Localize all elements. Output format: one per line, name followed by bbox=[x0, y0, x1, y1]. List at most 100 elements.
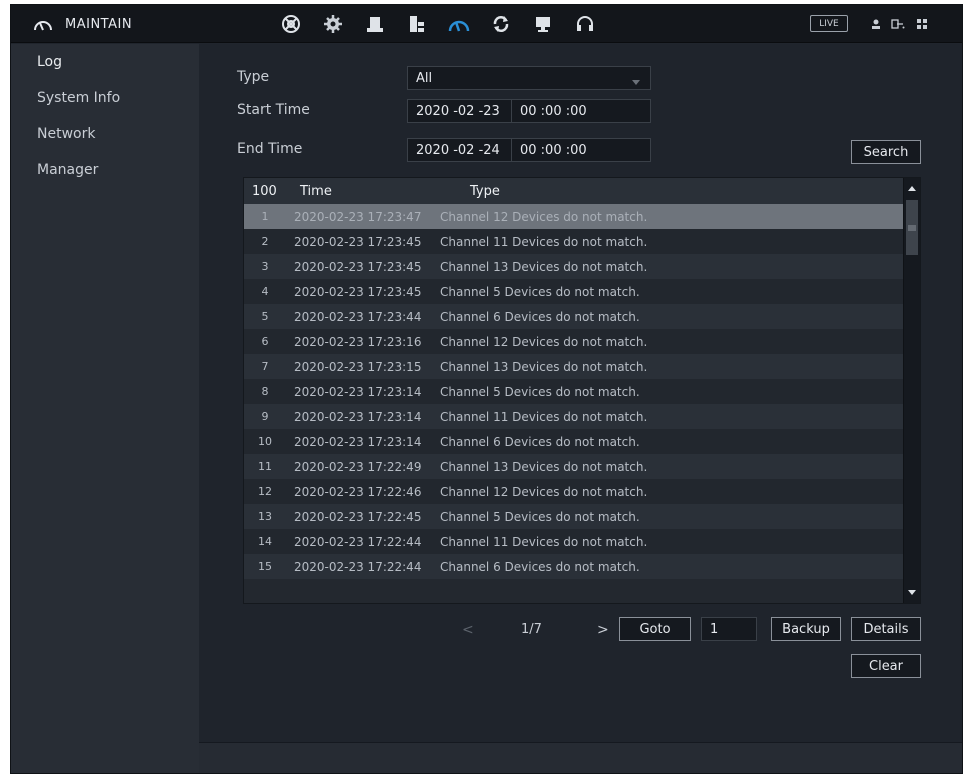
row-type: Channel 13 Devices do not match. bbox=[440, 459, 648, 474]
system-icon[interactable] bbox=[405, 12, 429, 36]
update-icon[interactable] bbox=[489, 12, 513, 36]
table-row[interactable]: 6 2020-02-23 17:23:16 Channel 12 Devices d… bbox=[244, 329, 904, 354]
row-number: 3 bbox=[261, 260, 269, 273]
live-button[interactable]: LIVE bbox=[810, 15, 848, 32]
row-time: 2020-02-23 17:22:45 bbox=[294, 509, 422, 524]
type-dropdown[interactable]: All bbox=[407, 66, 651, 90]
row-type: Channel 11 Devices do not match. bbox=[440, 234, 648, 249]
table-row[interactable]: 7 2020-02-23 17:23:15 Channel 13 Devices d… bbox=[244, 354, 904, 379]
maintain-icon bbox=[33, 16, 53, 32]
prev-page-button[interactable]: < bbox=[462, 622, 474, 638]
clear-button[interactable]: Clear bbox=[851, 654, 921, 678]
table-row[interactable]: 12 2020-02-23 17:22:46 Channel 12 Devices … bbox=[244, 479, 904, 504]
goto-button[interactable]: Goto bbox=[619, 617, 691, 641]
row-time: 2020-02-23 17:23:14 bbox=[294, 384, 422, 399]
page-title: MAINTAIN bbox=[65, 16, 133, 32]
table-row[interactable]: 9 2020-02-23 17:23:14 Channel 11 Devices d… bbox=[244, 404, 904, 429]
next-page-button[interactable]: > bbox=[597, 622, 609, 638]
row-type: Channel 12 Devices do not match. bbox=[440, 209, 648, 224]
row-number: 8 bbox=[261, 385, 269, 398]
storage-icon[interactable] bbox=[363, 12, 387, 36]
start-time-input[interactable]: 00 :00 :00 bbox=[512, 104, 587, 119]
start-date-input[interactable]: 2020 -02 -23 bbox=[408, 100, 512, 122]
scroll-up-icon[interactable] bbox=[904, 178, 920, 198]
table-row[interactable]: 10 2020-02-23 17:23:14 Channel 6 Devices d… bbox=[244, 429, 904, 454]
row-type: Channel 6 Devices do not match. bbox=[440, 559, 640, 574]
header-type[interactable]: Type bbox=[470, 184, 500, 199]
settings-icon[interactable] bbox=[321, 12, 345, 36]
row-type: Channel 13 Devices do not match. bbox=[440, 359, 648, 374]
details-button[interactable]: Details bbox=[851, 617, 921, 641]
table-header: 100 Time Type bbox=[244, 178, 904, 204]
app-window: MAINTAIN LIVE Log System Info Network Ma… bbox=[10, 4, 963, 774]
table-row[interactable]: 4 2020-02-23 17:23:45 Channel 5 Devices do… bbox=[244, 279, 904, 304]
display-icon[interactable] bbox=[531, 12, 555, 36]
scroll-thumb[interactable] bbox=[906, 200, 918, 255]
row-number: 14 bbox=[258, 535, 272, 548]
scroll-down-icon[interactable] bbox=[904, 583, 920, 603]
sidebar-item-log[interactable]: Log bbox=[37, 54, 62, 70]
row-number: 7 bbox=[261, 360, 269, 373]
table-row[interactable]: 15 2020-02-23 17:22:44 Channel 6 Devices d… bbox=[244, 554, 904, 579]
sidebar: Log System Info Network Manager bbox=[11, 44, 199, 773]
table-row[interactable]: 14 2020-02-23 17:22:44 Channel 11 Devices … bbox=[244, 529, 904, 554]
grid-icon[interactable] bbox=[915, 16, 929, 32]
row-time: 2020-02-23 17:23:45 bbox=[294, 234, 422, 249]
maintain-tab-icon[interactable] bbox=[447, 12, 471, 36]
row-time: 2020-02-23 17:23:45 bbox=[294, 284, 422, 299]
table-row[interactable]: 1 2020-02-23 17:23:47 Channel 12 Devices d… bbox=[244, 204, 904, 229]
row-type: Channel 13 Devices do not match. bbox=[440, 259, 648, 274]
support-icon[interactable] bbox=[573, 12, 597, 36]
page-indicator: 1/7 bbox=[521, 622, 542, 637]
row-number: 6 bbox=[261, 335, 269, 348]
row-number: 10 bbox=[258, 435, 272, 448]
row-time: 2020-02-23 17:23:47 bbox=[294, 209, 422, 224]
log-table: 100 Time Type 1 2020-02-23 17:23:47 Channe… bbox=[243, 177, 921, 604]
goto-page-input[interactable]: 1 bbox=[701, 617, 757, 641]
row-time: 2020-02-23 17:22:49 bbox=[294, 459, 422, 474]
table-row[interactable]: 11 2020-02-23 17:22:49 Channel 13 Devices … bbox=[244, 454, 904, 479]
table-row[interactable]: 2 2020-02-23 17:23:45 Channel 11 Devices d… bbox=[244, 229, 904, 254]
table-row[interactable]: 8 2020-02-23 17:23:14 Channel 5 Devices do… bbox=[244, 379, 904, 404]
end-time-field[interactable]: 2020 -02 -24 00 :00 :00 bbox=[407, 138, 651, 162]
row-time: 2020-02-23 17:23:14 bbox=[294, 434, 422, 449]
user-icon[interactable] bbox=[869, 16, 883, 32]
row-type: Channel 6 Devices do not match. bbox=[440, 309, 640, 324]
row-time: 2020-02-23 17:22:46 bbox=[294, 484, 422, 499]
type-value: All bbox=[416, 70, 433, 86]
row-type: Channel 11 Devices do not match. bbox=[440, 409, 648, 424]
end-time-input[interactable]: 00 :00 :00 bbox=[512, 143, 587, 158]
log-panel: Type All Start Time 2020 -02 -23 00 :00 … bbox=[199, 44, 962, 773]
search-button[interactable]: Search bbox=[851, 140, 921, 164]
table-body: 1 2020-02-23 17:23:47 Channel 12 Devices d… bbox=[244, 204, 904, 579]
network-icon[interactable] bbox=[279, 12, 303, 36]
table-scrollbar[interactable] bbox=[903, 178, 920, 603]
header-count: 100 bbox=[252, 183, 277, 199]
end-time-label: End Time bbox=[237, 141, 303, 157]
row-number: 2 bbox=[261, 235, 269, 248]
row-time: 2020-02-23 17:23:16 bbox=[294, 334, 422, 349]
row-number: 11 bbox=[258, 460, 272, 473]
row-type: Channel 12 Devices do not match. bbox=[440, 334, 648, 349]
row-number: 4 bbox=[261, 285, 269, 298]
brand: MAINTAIN bbox=[33, 5, 132, 43]
header-time[interactable]: Time bbox=[294, 184, 470, 199]
backup-button[interactable]: Backup bbox=[771, 617, 841, 641]
table-row[interactable]: 5 2020-02-23 17:23:44 Channel 6 Devices do… bbox=[244, 304, 904, 329]
logout-icon[interactable] bbox=[891, 16, 905, 32]
table-row[interactable]: 3 2020-02-23 17:23:45 Channel 13 Devices d… bbox=[244, 254, 904, 279]
sidebar-item-system-info[interactable]: System Info bbox=[37, 90, 120, 106]
top-bar: MAINTAIN LIVE bbox=[11, 5, 962, 43]
chevron-down-icon bbox=[632, 75, 640, 90]
sidebar-item-network[interactable]: Network bbox=[37, 126, 95, 142]
start-time-field[interactable]: 2020 -02 -23 00 :00 :00 bbox=[407, 99, 651, 123]
table-row[interactable]: 13 2020-02-23 17:22:45 Channel 5 Devices d… bbox=[244, 504, 904, 529]
status-bar bbox=[199, 742, 962, 773]
sidebar-item-manager[interactable]: Manager bbox=[37, 162, 98, 178]
row-number: 9 bbox=[261, 410, 269, 423]
end-date-input[interactable]: 2020 -02 -24 bbox=[408, 139, 512, 161]
row-type: Channel 5 Devices do not match. bbox=[440, 509, 640, 524]
row-number: 1 bbox=[261, 210, 269, 223]
row-time: 2020-02-23 17:23:45 bbox=[294, 259, 422, 274]
row-time: 2020-02-23 17:22:44 bbox=[294, 559, 422, 574]
